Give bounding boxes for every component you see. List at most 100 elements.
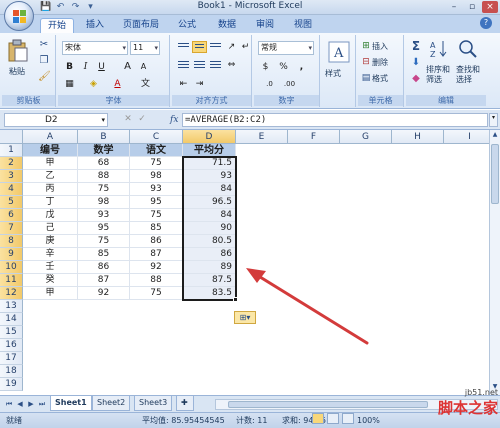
number-format-select[interactable]: 常规 ▾ [258,41,314,55]
orientation-icon[interactable]: ↗ [224,40,239,54]
row-header-12[interactable]: 12 [0,287,23,300]
clear-icon[interactable]: ◆ [410,73,422,84]
autosum-icon[interactable]: Σ [410,39,422,53]
table-cell[interactable]: 75 [78,235,130,248]
table-cell[interactable]: 92 [130,261,183,274]
column-header-b[interactable]: B [78,130,130,144]
cancel-entry-icon[interactable]: ✕ [122,114,134,124]
table-cell[interactable]: 86 [130,235,183,248]
sort-filter-button[interactable]: 排序和 筛选 [426,65,450,84]
average-cell[interactable]: 86 [183,248,236,261]
row-header-18[interactable]: 18 [0,365,23,378]
paste-label[interactable]: 粘贴 [9,65,25,79]
align-middle-icon[interactable] [192,41,207,53]
table-cell[interactable]: 75 [130,157,183,170]
average-cell[interactable]: 84 [183,209,236,222]
styles-icon[interactable]: A [328,41,350,63]
paste-icon[interactable] [7,39,29,63]
worksheet-grid[interactable]: ABCDEFGHI 1 2 3 4 5 6 7 8 9 10 11 12 13 14 15 16 17 18 19 … [0,130,500,395]
row-header-5[interactable]: 5 [0,196,23,209]
average-cell[interactable]: 90 [183,222,236,235]
last-sheet-icon[interactable]: ⏭ [37,399,47,409]
sheet-tab-2[interactable]: Sheet2 [92,396,131,411]
fill-down-icon[interactable]: ⬇ [410,57,422,68]
row-header-13[interactable]: 13 [0,300,23,313]
format-cells-button[interactable]: 格式 [372,72,388,86]
column-header-h[interactable]: H [392,130,444,144]
table-cell[interactable]: 85 [78,248,130,261]
first-sheet-icon[interactable]: ⏮ [4,399,14,409]
maximize-button[interactable]: ▫ [464,1,480,13]
table-cell[interactable]: 癸 [23,274,78,287]
column-header-c[interactable]: C [130,130,183,144]
expand-formula-bar-button[interactable]: ▾ [489,113,498,127]
table-cell[interactable]: 75 [78,183,130,196]
column-header-e[interactable]: E [236,130,288,144]
average-cell[interactable]: 84 [183,183,236,196]
scroll-up-icon[interactable]: ▲ [490,131,500,142]
bold-button[interactable]: B [62,60,77,74]
table-header-cell[interactable]: 数学 [78,144,130,157]
help-icon[interactable]: ? [480,17,492,29]
table-cell[interactable]: 甲 [23,157,78,170]
format-painter-icon[interactable]: 🖌 [38,71,51,82]
table-cell[interactable]: 88 [130,274,183,287]
align-right-icon[interactable] [208,59,223,71]
vertical-scrollbar[interactable]: ▲ ▼ [489,130,500,395]
row-header-14[interactable]: 14 [0,313,23,326]
find-select-icon[interactable] [458,39,478,59]
find-select-button[interactable]: 查找和 选择 [456,65,480,84]
column-header-a[interactable]: A [23,130,78,144]
table-cell[interactable]: 93 [78,209,130,222]
vertical-scroll-thumb[interactable] [491,144,499,204]
table-cell[interactable]: 75 [130,209,183,222]
decrease-indent-icon[interactable]: ⇤ [176,77,191,91]
row-header-7[interactable]: 7 [0,222,23,235]
table-cell[interactable]: 85 [130,222,183,235]
row-header-8[interactable]: 8 [0,235,23,248]
name-box[interactable]: D2 ▾ [4,113,108,127]
redo-icon[interactable]: ↷ [70,2,81,13]
tab-formulas[interactable]: 公式 [172,18,202,33]
table-cell[interactable]: 87 [130,248,183,261]
table-cell[interactable]: 95 [130,196,183,209]
minimize-button[interactable]: – [446,1,462,13]
prev-sheet-icon[interactable]: ◀ [15,399,25,409]
sort-filter-icon[interactable]: AZ [430,39,448,59]
tab-insert[interactable]: 插入 [80,18,110,33]
table-cell[interactable]: 75 [130,287,183,300]
row-header-3[interactable]: 3 [0,170,23,183]
average-cell[interactable]: 71.5 [183,157,236,170]
phonetic-icon[interactable]: 文 [138,77,153,91]
tab-data[interactable]: 数据 [212,18,242,33]
row-header-4[interactable]: 4 [0,183,23,196]
normal-view-button[interactable] [312,413,324,424]
tab-view[interactable]: 视图 [288,18,318,33]
insert-sheet-icon[interactable]: ✚ [176,396,194,411]
table-cell[interactable]: 己 [23,222,78,235]
average-cell[interactable]: 93 [183,170,236,183]
decrease-decimal-button[interactable]: .00 [282,77,297,91]
column-header-f[interactable]: F [288,130,340,144]
sheet-tab-1[interactable]: Sheet1 [50,396,92,411]
average-cell[interactable]: 80.5 [183,235,236,248]
font-color-button[interactable]: A [110,77,125,91]
table-cell[interactable]: 95 [78,222,130,235]
align-bottom-icon[interactable] [208,41,223,53]
sheet-tab-3[interactable]: Sheet3 [134,396,173,411]
align-center-icon[interactable] [192,59,207,71]
tab-review[interactable]: 审阅 [250,18,280,33]
average-cell[interactable]: 96.5 [183,196,236,209]
insert-cells-button[interactable]: 插入 [372,40,388,54]
column-header-g[interactable]: G [340,130,392,144]
shrink-font-button[interactable]: A [136,60,151,74]
row-header-17[interactable]: 17 [0,352,23,365]
row-header-6[interactable]: 6 [0,209,23,222]
align-left-icon[interactable] [176,59,191,71]
select-all-button[interactable] [0,130,23,144]
auto-fill-options-button[interactable]: ⊞▾ [234,311,256,324]
fill-handle[interactable] [233,297,238,302]
cut-icon[interactable]: ✂ [38,39,50,50]
table-cell[interactable]: 丁 [23,196,78,209]
enter-entry-icon[interactable]: ✓ [136,114,148,124]
